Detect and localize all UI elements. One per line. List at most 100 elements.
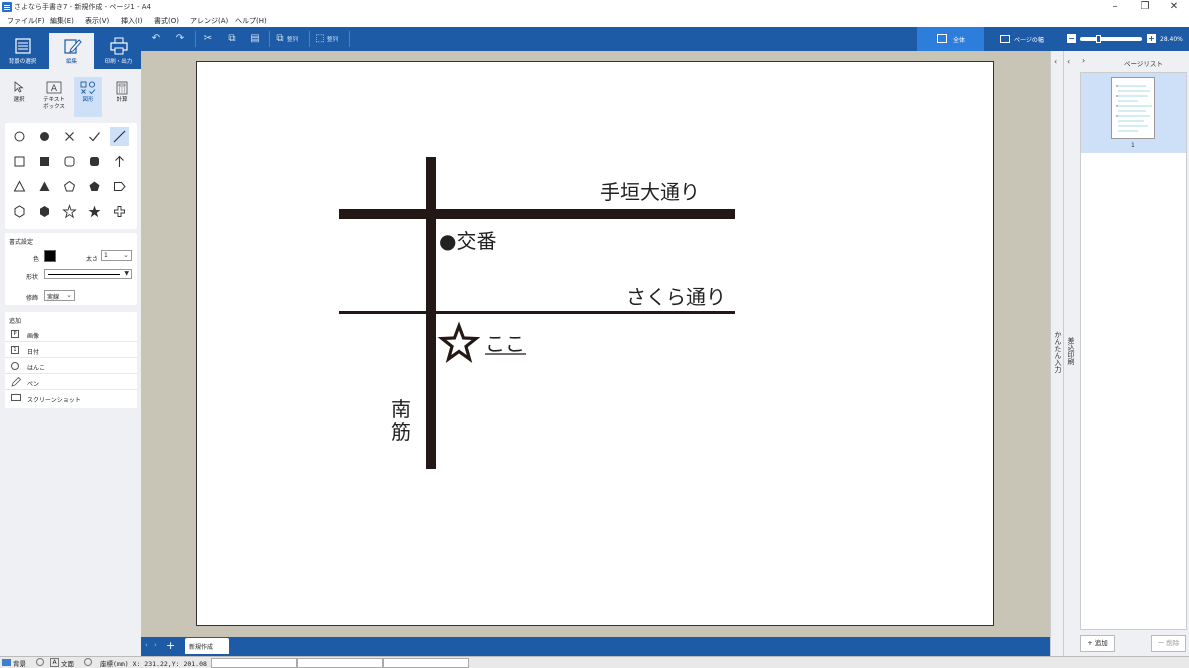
shape-star-outline[interactable] [60, 202, 79, 221]
menu-help[interactable]: ヘルプ(H) [235, 16, 267, 26]
shape-square-filled[interactable] [35, 152, 54, 171]
close-button[interactable]: ✕ [1159, 0, 1189, 14]
sheet-scroll-left-icon[interactable]: ‹ [145, 641, 148, 649]
shape-palette [5, 123, 137, 229]
zoom-level: 28.40% [1160, 36, 1183, 43]
shape-square-outline[interactable] [10, 152, 29, 171]
menu-format[interactable]: 書式(O) [154, 16, 179, 26]
menu-view[interactable]: 表示(V) [85, 16, 109, 26]
thickness-select[interactable]: 1 ⌄ [101, 250, 132, 261]
text-layer-label[interactable]: 文面 [61, 658, 74, 668]
page-thumbnail[interactable] [1111, 77, 1155, 139]
add-stamp-button[interactable]: はんこ [5, 358, 137, 374]
background-layer-label[interactable]: 背景 [13, 658, 26, 668]
shape-circle-outline[interactable] [10, 127, 29, 146]
line-style-select[interactable]: ▼ [44, 269, 132, 279]
tool-calc-button[interactable]: 計算 [108, 77, 136, 117]
shape-pentagon-filled[interactable] [85, 177, 104, 196]
shape-rounded-filled[interactable] [85, 152, 104, 171]
collapse-left-icon[interactable]: ‹ [1067, 57, 1070, 66]
add-image-button[interactable]: P 画像 [5, 326, 137, 342]
shape-cross[interactable] [60, 127, 79, 146]
decoration-select[interactable]: 実線 ⌄ [44, 290, 75, 301]
add-sheet-button[interactable]: + [166, 639, 175, 652]
map-road-top[interactable] [339, 209, 735, 219]
police-box-label[interactable]: ●交番 [439, 225, 496, 254]
page-width-button[interactable]: ページの幅 [990, 27, 1060, 51]
eye-icon[interactable] [36, 658, 44, 666]
sheet-tab[interactable]: 新規作成 [185, 638, 229, 654]
zoom-in-button[interactable]: + [1147, 34, 1156, 43]
shape-star-filled[interactable] [85, 202, 104, 221]
shape-arrow-up[interactable] [110, 152, 129, 171]
minimize-button[interactable]: – [1100, 0, 1130, 14]
paste-icon[interactable]: ▤ [248, 32, 262, 46]
zoom-out-button[interactable]: − [1067, 34, 1076, 43]
arrange-button[interactable]: 整列 [287, 35, 298, 43]
printer-icon [110, 37, 128, 55]
zoom-slider-thumb[interactable] [1096, 35, 1101, 43]
text-layer-icon: A [50, 658, 59, 667]
tab-print-label: 印刷・出力 [104, 59, 133, 65]
eye-icon[interactable] [84, 658, 92, 666]
shape-tag[interactable] [110, 177, 129, 196]
zoom-slider[interactable] [1080, 37, 1142, 41]
shape-line[interactable] [110, 127, 129, 146]
menu-file[interactable]: ファイル(F) [7, 16, 45, 26]
tab-print-output[interactable]: 印刷・出力 [96, 33, 141, 69]
undo-icon[interactable]: ↶ [149, 32, 163, 46]
redo-icon[interactable]: ↷ [173, 32, 187, 46]
shape-pentagon-outline[interactable] [60, 177, 79, 196]
shape-circle-filled[interactable] [35, 127, 54, 146]
document-page[interactable]: 手垣大通り ●交番 さくら通り ここ 南 筋 [196, 61, 994, 626]
tool-shape-label: 図形 [82, 97, 94, 103]
view-all-button[interactable]: 全体 [917, 27, 984, 51]
sheet-scroll-right-icon[interactable]: › [154, 641, 157, 649]
menu-edit[interactable]: 編集(E) [50, 16, 74, 26]
add-page-button[interactable]: + 追加 [1080, 635, 1115, 652]
expand-right-icon[interactable]: › [1082, 56, 1085, 65]
format-settings: 書式設定 色 太さ 1 ⌄ 形状 ▼ 修飾 実線 ⌄ [5, 233, 137, 305]
restore-button[interactable]: ❐ [1130, 0, 1160, 14]
add-screenshot-button[interactable]: スクリーンショット [5, 390, 137, 406]
align-icon[interactable]: ⬚ [315, 32, 325, 46]
delete-page-button[interactable]: ー 削除 [1151, 635, 1186, 652]
shape-triangle-filled[interactable] [35, 177, 54, 196]
add-image-label: 画像 [27, 333, 40, 340]
window-title: さよなら手書き7 - 新規作成 - ページ1 - A4 [14, 3, 151, 11]
add-date-button[interactable]: 1 日付 [5, 342, 137, 358]
shape-style-label: 形状 [26, 274, 39, 281]
tool-shape-button[interactable]: 図形 [74, 77, 102, 117]
road-label-middle[interactable]: さくら通り [626, 281, 726, 310]
copy-icon[interactable]: ⧉ [225, 32, 239, 46]
arrange-icon[interactable]: ⧉ [275, 32, 285, 46]
menu-arrange[interactable]: アレンジ(A) [190, 16, 228, 26]
shape-hexagon-outline[interactable] [10, 202, 29, 221]
map-road-middle[interactable] [339, 311, 735, 314]
toolbar-separator [349, 31, 350, 47]
merge-print-strip[interactable]: ‹ 差込印刷 [1063, 51, 1076, 656]
street-label-2[interactable]: 筋 [391, 416, 411, 445]
background-icon [15, 38, 31, 54]
screenshot-icon [11, 394, 21, 401]
tool-select-label: 選択 [13, 97, 25, 103]
here-label[interactable]: ここ [485, 328, 525, 357]
menu-insert[interactable]: 挿入(I) [121, 16, 143, 26]
tab-edit[interactable]: 編集 [49, 33, 94, 69]
collapse-left-icon[interactable]: ‹ [1054, 57, 1057, 66]
add-pen-button[interactable]: ペン [5, 374, 137, 390]
easy-input-strip[interactable]: ‹ かんたん入力 [1050, 51, 1063, 656]
shape-hexagon-filled[interactable] [35, 202, 54, 221]
cut-icon[interactable]: ✂ [201, 32, 215, 46]
tool-textbox-button[interactable]: A テキスト ボックス [40, 77, 68, 117]
shape-triangle-outline[interactable] [10, 177, 29, 196]
tool-select-button[interactable]: 選択 [5, 77, 33, 117]
star-marker-icon[interactable] [437, 321, 481, 363]
shape-rounded-outline[interactable] [60, 152, 79, 171]
road-label-top[interactable]: 手垣大通り [600, 176, 700, 205]
tab-background-select[interactable]: 背景の選択 [0, 33, 45, 69]
shape-check[interactable] [85, 127, 104, 146]
color-swatch[interactable] [44, 250, 56, 262]
shape-plus[interactable] [110, 202, 129, 221]
align-button[interactable]: 整列 [327, 35, 338, 43]
